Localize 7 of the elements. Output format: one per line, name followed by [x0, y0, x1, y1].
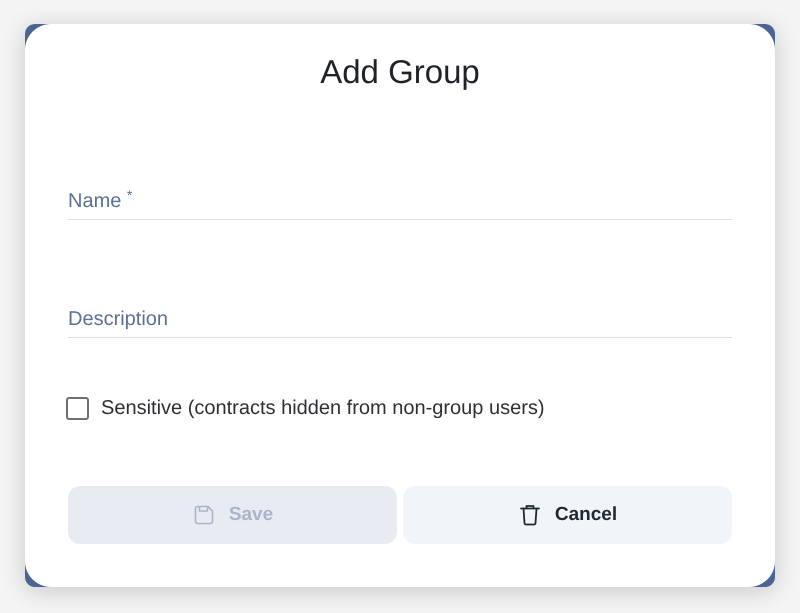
- checkbox-label: Sensitive (contracts hidden from non-group users): [101, 396, 545, 421]
- checkbox[interactable]: [66, 396, 89, 420]
- trash-icon: [518, 503, 542, 527]
- text-field[interactable]: Name $^{*}$: [68, 188, 732, 220]
- cancel-button[interactable]: Cancel: [403, 486, 732, 544]
- text-field[interactable]: Description: [68, 306, 732, 338]
- dialog-title: Add Group: [320, 52, 480, 92]
